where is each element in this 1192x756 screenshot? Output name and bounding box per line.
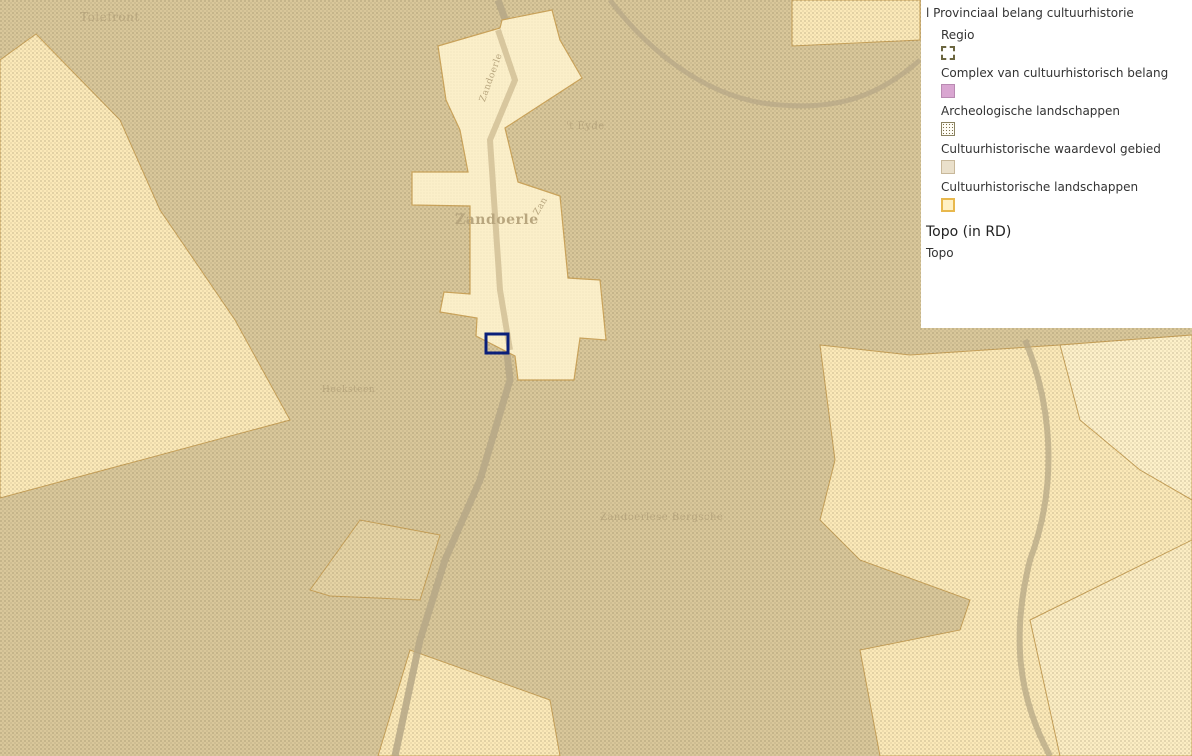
legend-layer-sublabel: Topo: [926, 246, 954, 260]
legend-item-label: Archeologische landschappen: [941, 104, 1121, 118]
legend-item-label: Cultuurhistorische landschappen: [941, 180, 1139, 194]
legend-item-landschappen: Cultuurhistorische landschappen: [941, 180, 1192, 212]
legend-item-waardevol-gebied: Cultuurhistorische waardevol gebied: [941, 142, 1192, 174]
legend-item-label: Regio: [941, 28, 975, 42]
place-label-hoeksteen: Hoeksteen: [322, 385, 376, 395]
dot-pattern-swatch-icon: [941, 122, 955, 136]
place-label-t-eyde: 't Eyde: [566, 121, 605, 132]
place-label-zandoerlese-bergsche: Zandoerlese Bergsche: [600, 512, 724, 523]
legend-layer-title: Topo (in RD): [926, 224, 1012, 240]
beige-fill-swatch-icon: [941, 160, 955, 174]
place-label-zandoerle: Zandoerle: [455, 212, 539, 228]
yellow-fill-swatch-icon: [941, 198, 955, 212]
legend-item-complex: Complex van cultuurhistorisch belang: [941, 66, 1192, 98]
pink-fill-swatch-icon: [941, 84, 955, 98]
legend-item-regio: Regio: [941, 28, 1192, 60]
legend-item-archeologische: Archeologische landschappen: [941, 104, 1192, 136]
legend-item-label: Cultuurhistorische waardevol gebied: [941, 142, 1161, 156]
place-label-tolefront: Tolefront: [80, 10, 140, 24]
legend-group-title: l Provinciaal belang cultuurhistorie: [926, 6, 1134, 20]
dashed-outline-swatch-icon: [941, 46, 955, 60]
legend-item-label: Complex van cultuurhistorisch belang: [941, 66, 1169, 80]
legend-panel: l Provinciaal belang cultuurhistorie Reg…: [921, 0, 1192, 328]
